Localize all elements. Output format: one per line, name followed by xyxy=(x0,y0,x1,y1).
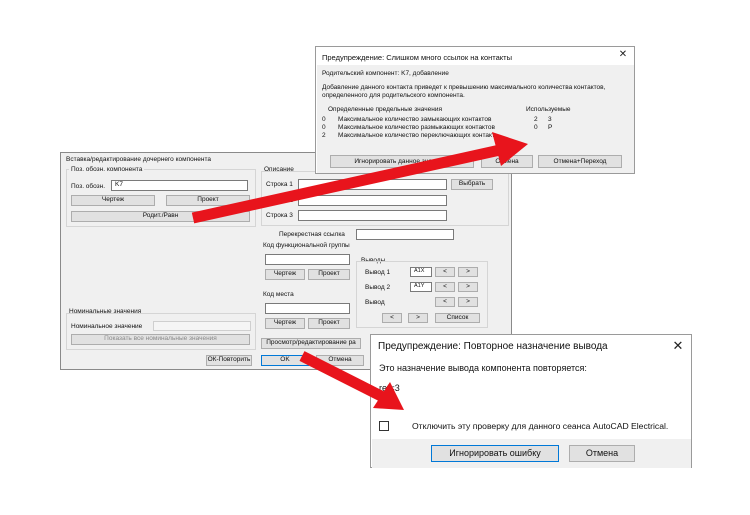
warn1-row-limit: 0 xyxy=(322,116,326,123)
duplicate-pin-dialog: Предупреждение: Повторное назначение выв… xyxy=(370,334,692,468)
cancel-goto-button[interactable]: Отмена+Переход xyxy=(538,155,622,168)
pin1-next-button[interactable]: > xyxy=(458,267,478,277)
xref-input[interactable] xyxy=(356,229,454,240)
pin2-label: Вывод 2 xyxy=(365,284,391,291)
warn1-parent: Родительский компонент: K7, добавление xyxy=(322,70,449,77)
ignore-value-button[interactable]: Игнорировать данное значение xyxy=(330,155,474,168)
parent-sibling-button[interactable]: Родит./Равн xyxy=(71,211,250,222)
select-button[interactable]: Выбрать xyxy=(451,179,493,190)
disable-check-label: Отключить эту проверку для данного сеанс… xyxy=(412,421,669,431)
warn1-row-limit: 2 xyxy=(322,132,326,139)
tag-group-label: Поз. обозн. компонента xyxy=(69,166,145,173)
warn1-limits-header: Определенные предельные значения xyxy=(328,106,442,113)
tag-input[interactable]: K7 xyxy=(111,180,248,191)
main-cancel-button[interactable]: Отмена xyxy=(316,355,364,366)
warn1-row-ref: P xyxy=(548,124,553,131)
pin-next-button[interactable]: > xyxy=(458,297,478,307)
warn1-row-used: 2 xyxy=(534,116,538,123)
line2-input[interactable] xyxy=(298,195,447,206)
pin1-prev-button[interactable]: < xyxy=(435,267,455,277)
rating-label: Номинальное значение xyxy=(71,323,143,330)
loc-drawing-button[interactable]: Чертеж xyxy=(265,318,305,329)
pin-label: Вывод xyxy=(365,299,385,306)
warn1-row-ref: 3 xyxy=(548,116,552,123)
warn1-message: Добавление данного контакта приведет к п… xyxy=(322,84,606,99)
pin-prev-button[interactable]: < xyxy=(435,297,455,307)
pin2-next-button[interactable]: > xyxy=(458,282,478,292)
warn1-row-label: Максимальное количество замыкающих конта… xyxy=(338,116,492,123)
list-prev-button[interactable]: < xyxy=(382,313,402,323)
warn2-cancel-button[interactable]: Отмена xyxy=(569,445,635,462)
rating-input[interactable] xyxy=(153,321,251,331)
pin1-label: Вывод 1 xyxy=(365,269,391,276)
warn1-row-limit: 0 xyxy=(322,124,326,131)
location-input[interactable] xyxy=(265,303,350,314)
list-button[interactable]: Список xyxy=(435,313,480,323)
func-drawing-button[interactable]: Чертеж xyxy=(265,269,305,280)
function-group-input[interactable] xyxy=(265,254,350,265)
list-next-button[interactable]: > xyxy=(408,313,428,323)
ok-button[interactable]: OK xyxy=(261,355,309,366)
line2-label: Строка 2 xyxy=(266,197,293,204)
line1-input[interactable] xyxy=(298,179,447,190)
warn2-message: Это назначение вывода компонента повторя… xyxy=(379,363,587,373)
line3-input[interactable] xyxy=(298,210,447,221)
function-group-label: Код функциональной группы xyxy=(263,242,350,249)
loc-project-button[interactable]: Проект xyxy=(308,318,350,329)
warn1-row-label: Максимальное количество размыкающих конт… xyxy=(338,124,495,131)
tag-drawing-button[interactable]: Чертеж xyxy=(71,195,155,206)
disable-check-checkbox[interactable] xyxy=(379,421,389,431)
tag-label: Поз. обозн. xyxy=(71,183,106,190)
xref-label: Перекрестная ссылка xyxy=(279,231,345,238)
dialog-title: Вставка/редактирование дочернего компоне… xyxy=(66,156,212,163)
show-all-ratings-button[interactable]: Показать все номинальные значения xyxy=(71,334,250,345)
warn1-cancel-button[interactable]: Отмена xyxy=(481,155,533,168)
warn1-row-used: 0 xyxy=(534,124,538,131)
func-project-button[interactable]: Проект xyxy=(308,269,350,280)
pin2-prev-button[interactable]: < xyxy=(435,282,455,292)
tag-project-button[interactable]: Проект xyxy=(166,195,250,206)
line3-label: Строка 3 xyxy=(266,212,293,219)
ok-repeat-button[interactable]: ОК-Повторить xyxy=(206,355,252,366)
pin1-input[interactable]: A1X xyxy=(410,267,432,277)
ignore-error-button[interactable]: Игнорировать ошибку xyxy=(431,445,559,462)
warn1-row-label: Максимальное количество переключающих ко… xyxy=(338,132,495,139)
line1-label: Строка 1 xyxy=(266,181,293,188)
too-many-contacts-dialog: Предупреждение: Слишком много ссылок на … xyxy=(315,46,635,174)
warn2-title: Предупреждение: Повторное назначение выв… xyxy=(378,341,608,352)
warn1-used-header: Используемые xyxy=(526,106,571,113)
warn1-title: Предупреждение: Слишком много ссылок на … xyxy=(322,53,512,62)
warn1-close-icon[interactable]: ✕ xyxy=(616,49,630,63)
pin2-input[interactable]: A1Y xyxy=(410,282,432,292)
location-label: Код места xyxy=(263,291,294,298)
browse-edit-button[interactable]: Просмотр/редактирование ра xyxy=(261,338,361,349)
warn2-close-icon[interactable]: ✕ xyxy=(670,338,686,354)
warn2-detail: ref=3 xyxy=(379,383,400,393)
